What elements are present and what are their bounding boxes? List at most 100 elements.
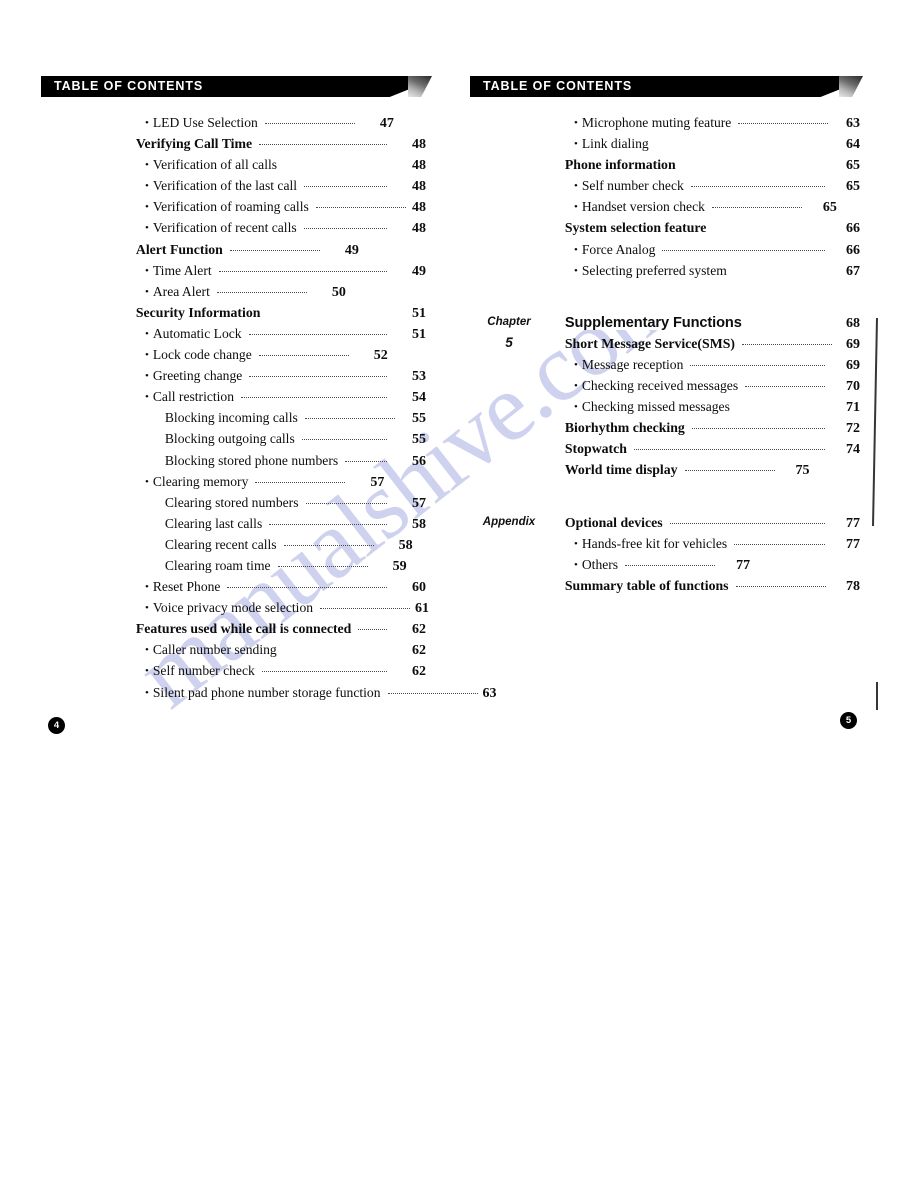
dot-leader [255, 481, 346, 483]
toc-entry[interactable]: • Self number check 62 [41, 664, 426, 679]
toc-entry[interactable]: •Blocking stored phone numbers56 [41, 452, 426, 469]
bullet-icon: • [574, 358, 578, 371]
toc-entry-label: Lock code change [152, 347, 252, 363]
toc-entry[interactable]: •System selection feature66 [470, 221, 860, 236]
toc-entry[interactable]: •Short Message Service(SMS)69 [470, 337, 860, 352]
toc-page-number: 55 [412, 432, 426, 448]
toc-row: •Alert Function49 [41, 241, 426, 264]
bullet-icon: • [574, 201, 578, 214]
toc-entry[interactable]: •Verifying Call Time48 [41, 137, 426, 152]
toc-entry-label: Features used while call is connected [135, 621, 352, 637]
toc-entry[interactable]: • Silent pad phone number storage functio… [41, 685, 497, 701]
toc-entry-label: LED Use Selection [152, 115, 258, 130]
toc-row: • Call restriction 54 [41, 390, 426, 411]
toc-entry[interactable]: •World time display75 [470, 463, 860, 478]
dot-leader [261, 671, 387, 673]
toc-entry[interactable]: •Biorhythm checking72 [470, 421, 860, 436]
dot-leader [283, 544, 374, 546]
dot-leader [691, 428, 825, 430]
dot-leader [264, 123, 355, 124]
bullet-icon: • [145, 370, 149, 383]
toc-entry[interactable]: • Caller number sending 62 [41, 643, 426, 658]
dot-leader [269, 523, 387, 525]
toc-row: • Microphone muting feature 63 [470, 116, 860, 137]
toc-entry-label: Microphone muting feature [581, 115, 732, 130]
toc-entry[interactable]: • Verification of recent calls 48 [41, 221, 426, 236]
toc-entry[interactable]: • Handset version check 65 [470, 200, 860, 215]
toc-entry[interactable]: • Checking received messages 70 [470, 379, 860, 394]
toc-row: • Time Alert 49 [41, 264, 426, 285]
toc-entry[interactable]: • Area Alert 50 [41, 285, 426, 300]
toc-entry-label: Optional devices [564, 514, 663, 530]
toc-entry[interactable]: • Voice privacy mode selection 61 [41, 601, 430, 617]
toc-page-number: 48 [412, 221, 426, 237]
toc-entry[interactable]: •Clearing roam time59 [41, 559, 426, 574]
toc-row: •Blocking stored phone numbers56 [41, 452, 426, 475]
toc-entry[interactable]: • Force Analog 66 [470, 242, 860, 258]
toc-entry[interactable]: •Clearing stored numbers57 [41, 496, 426, 511]
toc-entry[interactable]: • Selecting preferred system 67 [470, 264, 860, 279]
toc-entry[interactable]: • Hands-free kit for vehicles 77 [470, 536, 860, 552]
toc-entry[interactable]: • Time Alert 49 [41, 264, 426, 279]
toc-row: Appendix•Optional devices77 [470, 514, 860, 537]
toc-entry[interactable]: • Microphone muting feature 63 [470, 116, 860, 131]
toc-page-number: 77 [846, 515, 860, 531]
toc-page-number: 71 [846, 400, 860, 416]
toc-entry[interactable]: •Blocking incoming calls55 [41, 411, 426, 426]
toc-entry[interactable]: • Others 77 [470, 558, 860, 573]
toc-row: • Self number check 65 [470, 179, 860, 200]
toc-page-number: 62 [412, 664, 426, 680]
toc-row: • Hands-free kit for vehicles 77 [470, 536, 860, 558]
toc-entry[interactable]: •Clearing recent calls58 [41, 538, 426, 553]
toc-row: • Verification of recent calls 48 [41, 221, 426, 242]
toc-entry[interactable]: • Reset Phone 60 [41, 580, 426, 595]
bullet-icon: • [574, 264, 578, 277]
toc-entry[interactable]: •Features used while call is connected62 [41, 622, 426, 637]
toc-entry[interactable]: • Call restriction 54 [41, 390, 426, 405]
toc-page-number: 66 [846, 242, 860, 258]
toc-entry[interactable]: • Lock code change 52 [41, 348, 426, 363]
toc-entry[interactable]: • LED Use Selection 47 [41, 116, 426, 131]
toc-entry-label: Call restriction [152, 389, 235, 405]
bullet-icon: • [145, 602, 149, 615]
toc-entry[interactable]: •Alert Function49 [41, 241, 426, 258]
toc-row: Chapter5•Supplementary Functions68 [470, 316, 860, 350]
toc-entry[interactable]: • Verification of roaming calls 48 [41, 200, 426, 215]
bullet-icon: • [145, 349, 149, 362]
toc-entry-label: Self number check [581, 178, 684, 194]
bullet-icon: • [574, 243, 578, 256]
toc-row: •Clearing roam time59 [41, 559, 426, 580]
toc-page-number: 52 [373, 348, 388, 364]
toc-row: • Reset Phone 60 [41, 580, 426, 601]
toc-entry[interactable]: •Stopwatch74 [470, 442, 860, 457]
toc-entry[interactable]: •Blocking outgoing calls55 [41, 432, 426, 447]
toc-entry[interactable]: • Checking missed messages 71 [470, 400, 860, 415]
dot-leader [358, 629, 387, 631]
toc-page-number: 63 [846, 116, 860, 131]
toc-entry[interactable]: •Security Information51 [41, 306, 426, 321]
toc-entry[interactable]: • Self number check 65 [470, 179, 860, 194]
toc-entry[interactable]: • Verification of all calls 48 [41, 158, 426, 173]
toc-page-number: 61 [415, 601, 430, 617]
toc-list-left: •LED Use Selection47 •Verifying Call Time… [41, 116, 497, 707]
toc-spacer [470, 285, 860, 316]
bullet-icon: • [145, 159, 149, 172]
toc-entry[interactable]: • Greeting change 53 [41, 369, 426, 384]
toc-entry[interactable]: • Message reception 69 [470, 358, 860, 373]
toc-entry-label: Alert Function [135, 241, 223, 257]
toc-entry[interactable]: •Clearing last calls58 [41, 517, 426, 532]
toc-entry[interactable]: •Phone information65 [470, 158, 860, 173]
toc-spacer [470, 485, 860, 516]
toc-entry[interactable]: • Link dialing 64 [470, 137, 860, 152]
toc-entry[interactable]: •Summary table of functions78 [470, 578, 860, 594]
dot-leader [741, 343, 832, 345]
toc-entry[interactable]: • Verification of the last call 48 [41, 179, 426, 194]
toc-entry[interactable]: • Automatic Lock 51 [41, 327, 426, 342]
toc-entry[interactable]: • Clearing memory 57 [41, 474, 426, 490]
toc-row: • Greeting change 53 [41, 369, 426, 390]
dot-leader [218, 270, 387, 272]
toc-entry-label: Blocking outgoing calls [164, 431, 295, 447]
toc-entry-label: Blocking stored phone numbers [164, 452, 339, 468]
dot-leader [633, 449, 825, 451]
bullet-icon: • [145, 222, 149, 235]
